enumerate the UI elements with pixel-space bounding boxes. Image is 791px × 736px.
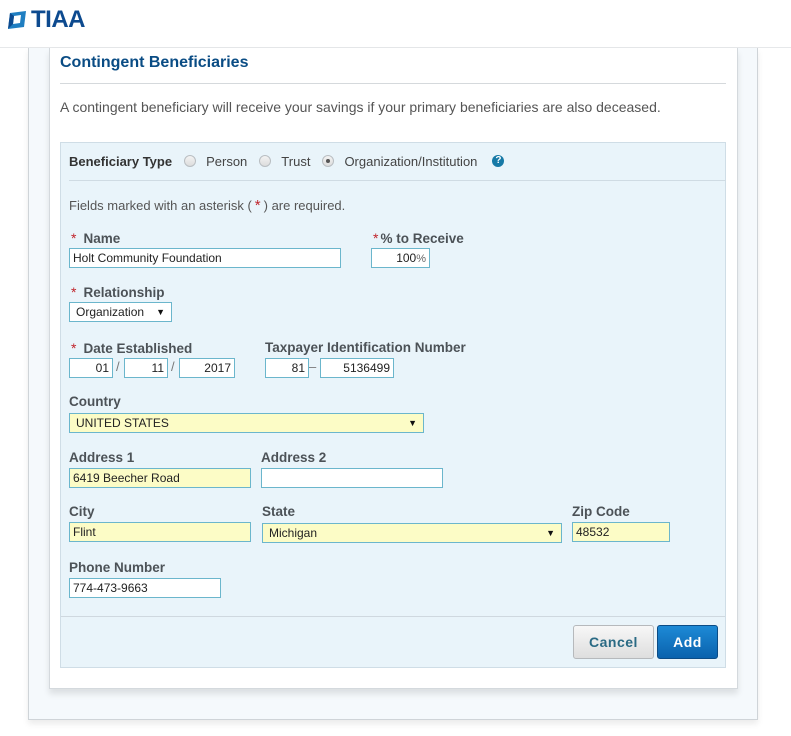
zip-label: Zip Code — [572, 504, 630, 519]
beneficiary-type-group: Beneficiary Type Person Trust Organizati… — [69, 152, 505, 170]
address2-label: Address 2 — [261, 450, 327, 465]
radio-person[interactable] — [184, 155, 197, 167]
radio-trust[interactable] — [259, 155, 272, 167]
percent-value: 100 — [396, 251, 417, 265]
percent-input[interactable]: 100% — [371, 248, 430, 268]
add-button[interactable]: Add — [657, 625, 718, 659]
logo-text: TIAA — [31, 6, 86, 33]
required-star-icon: * — [71, 284, 77, 300]
name-label: * Name — [71, 230, 121, 246]
date-year-input[interactable]: 2017 — [179, 358, 235, 378]
relationship-select[interactable]: Organization ▼ — [69, 302, 172, 322]
required-star-icon: * — [71, 340, 77, 356]
date-separator: / — [171, 359, 175, 374]
percent-suffix: % — [416, 253, 426, 265]
section-title: Contingent Beneficiaries — [60, 54, 249, 71]
relationship-value: Organization — [76, 305, 145, 319]
tin-separator: – — [309, 359, 317, 374]
tiaa-logo[interactable]: TIAA — [6, 6, 86, 33]
required-star-icon: * — [71, 230, 77, 246]
state-label: State — [262, 504, 296, 519]
beneficiary-type-label: Beneficiary Type — [69, 153, 173, 169]
tiaa-logo-mark-icon — [6, 10, 28, 30]
tin-part2-input[interactable]: 5136499 — [320, 358, 394, 378]
tin-part1-input[interactable]: 81 — [265, 358, 309, 378]
chevron-down-icon: ▼ — [546, 528, 555, 538]
address1-input[interactable]: 6419 Beecher Road — [69, 468, 251, 488]
address1-label: Address 1 — [69, 450, 135, 465]
radio-person-label[interactable]: Person — [206, 154, 247, 169]
date-month-input[interactable]: 01 — [69, 358, 113, 378]
cancel-button[interactable]: Cancel — [573, 625, 654, 659]
percent-label: *% to Receive — [373, 230, 464, 246]
required-star-icon: * — [373, 230, 379, 246]
city-label: City — [69, 504, 95, 519]
relationship-label: * Relationship — [71, 284, 165, 300]
section-intro: A contingent beneficiary will receive yo… — [60, 99, 661, 115]
state-value: Michigan — [269, 526, 318, 540]
radio-organization-label[interactable]: Organization/Institution — [344, 154, 477, 169]
divider — [69, 180, 726, 181]
date-established-label: * Date Established — [71, 340, 193, 356]
phone-label: Phone Number — [69, 560, 166, 575]
top-bar: TIAA — [0, 0, 791, 48]
required-note: Fields marked with an asterisk (*) are r… — [69, 197, 346, 214]
divider — [60, 83, 726, 84]
country-label: Country — [69, 394, 121, 409]
date-separator: / — [116, 359, 120, 374]
country-value: UNITED STATES — [76, 416, 169, 430]
chevron-down-icon: ▼ — [408, 418, 417, 428]
radio-organization[interactable] — [322, 155, 335, 167]
help-icon[interactable]: ? — [492, 155, 505, 167]
phone-input[interactable]: 774-473-9663 — [69, 578, 221, 598]
required-star-icon: * — [254, 197, 261, 214]
address2-input[interactable] — [261, 468, 443, 488]
country-select[interactable]: UNITED STATES ▼ — [69, 413, 424, 433]
divider — [61, 616, 725, 617]
date-day-input[interactable]: 11 — [124, 358, 168, 378]
tin-label: Taxpayer Identification Number — [265, 340, 466, 355]
city-input[interactable]: Flint — [69, 522, 251, 542]
zip-input[interactable]: 48532 — [572, 522, 670, 542]
state-select[interactable]: Michigan ▼ — [262, 523, 562, 543]
radio-trust-label[interactable]: Trust — [281, 154, 310, 169]
chevron-down-icon: ▼ — [156, 307, 165, 317]
name-input[interactable]: Holt Community Foundation — [69, 248, 341, 268]
